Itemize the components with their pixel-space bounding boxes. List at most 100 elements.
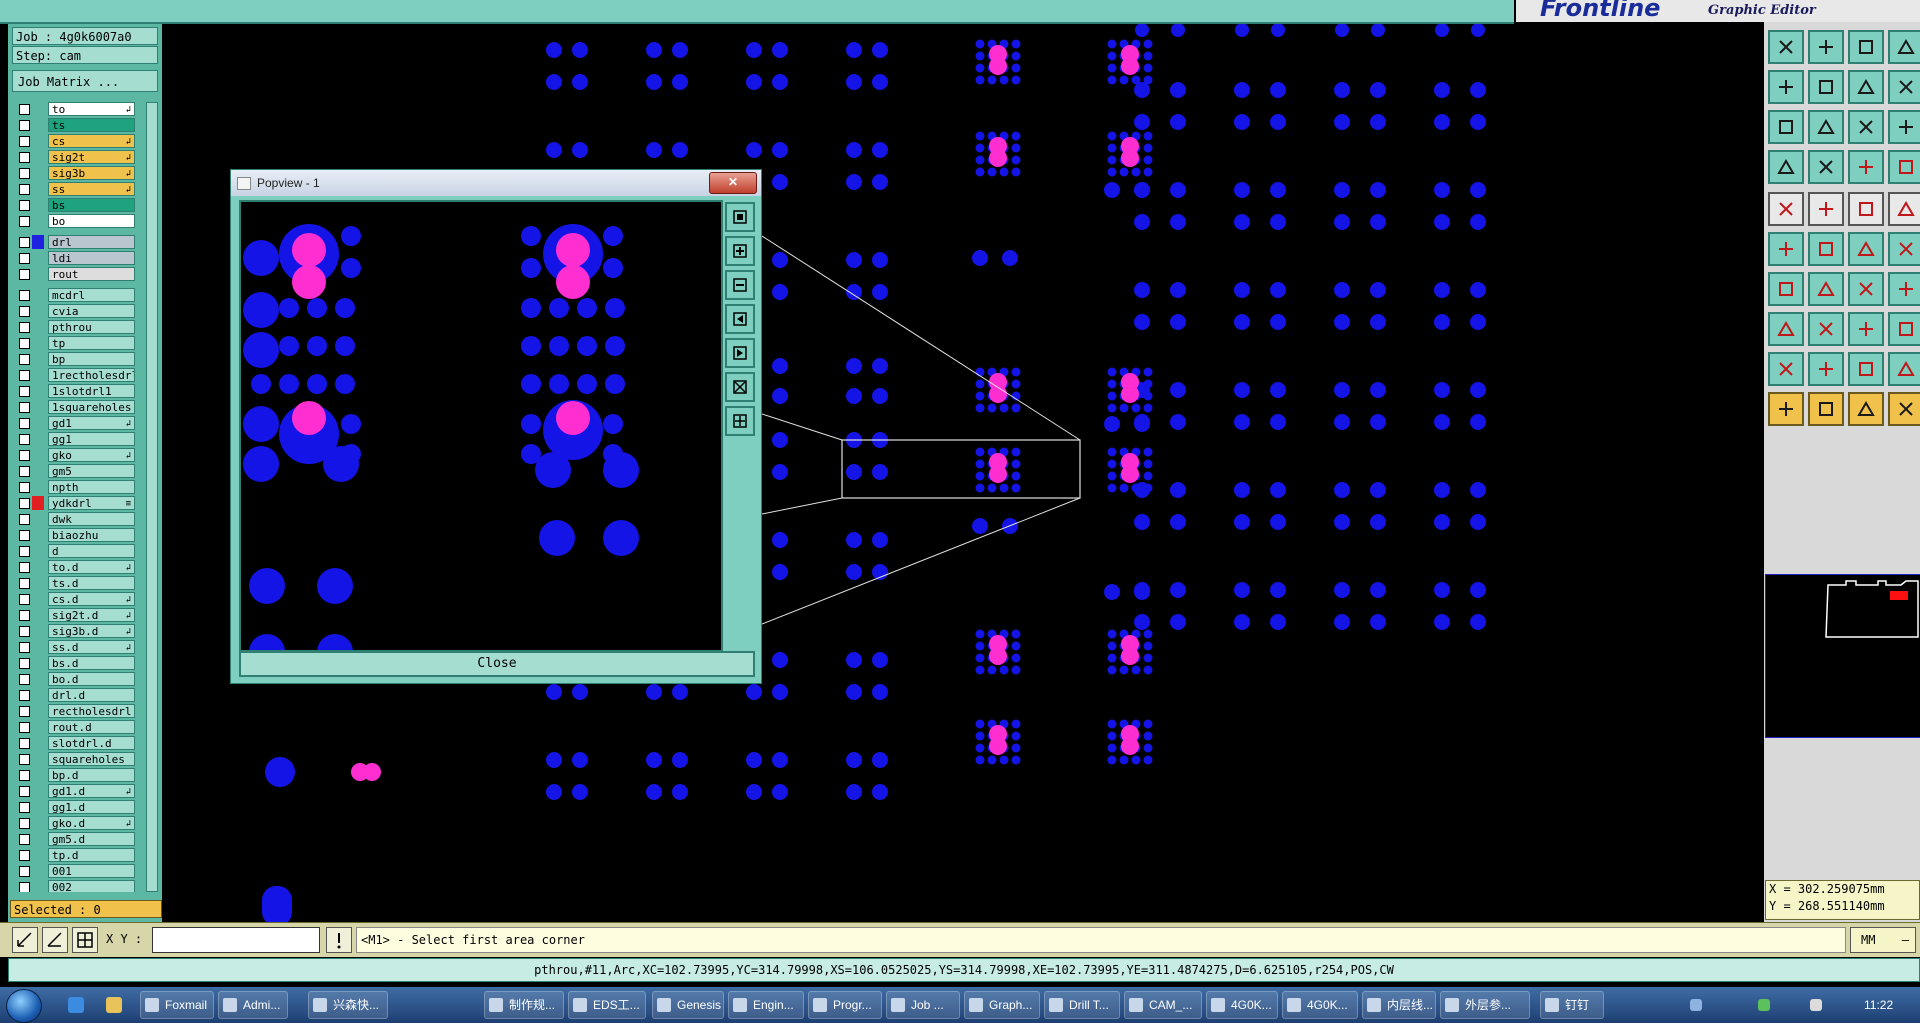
layer-checkbox[interactable] <box>19 386 30 397</box>
layer-row[interactable]: bp <box>12 352 140 367</box>
taskbar-app-button[interactable]: 兴森快... <box>308 991 388 1019</box>
layer-name[interactable]: rout <box>48 267 135 281</box>
layer-name[interactable]: sig3b ↲ <box>48 166 135 180</box>
pan-right-button[interactable] <box>725 338 755 368</box>
layer-checkbox[interactable] <box>19 200 30 211</box>
layer-name[interactable]: ldi <box>48 251 135 265</box>
layer-row[interactable]: gm5 <box>12 464 140 479</box>
layer-checkbox[interactable] <box>19 594 30 605</box>
draw-tool-button[interactable] <box>1808 272 1844 306</box>
pins-tool-button[interactable] <box>1848 150 1884 184</box>
layer-checkbox[interactable] <box>19 306 30 317</box>
measure-tool-button[interactable] <box>1848 192 1884 226</box>
layer-checkbox[interactable] <box>19 610 30 621</box>
layer-name[interactable]: gd1.d ↲ <box>48 784 135 798</box>
layer-row[interactable]: 001 <box>12 864 140 879</box>
pan-left-tool-button[interactable] <box>1768 70 1804 104</box>
taskbar-app-button[interactable]: CAM_... <box>1124 991 1202 1019</box>
center-tool-button[interactable] <box>1808 110 1844 144</box>
network-tray-icon[interactable] <box>1758 999 1770 1011</box>
layer-checkbox[interactable] <box>19 850 30 861</box>
layer-checkbox[interactable] <box>19 498 30 509</box>
layer-checkbox[interactable] <box>19 136 30 147</box>
layer-checkbox[interactable] <box>19 530 30 541</box>
layer-checkbox[interactable] <box>19 674 30 685</box>
layer-checkbox[interactable] <box>19 658 30 669</box>
taskbar-app-button[interactable]: Job ... <box>886 991 960 1019</box>
expand-view-button[interactable] <box>725 372 755 402</box>
layer-name[interactable]: gm5.d <box>48 832 135 846</box>
help-tool-button[interactable] <box>1888 110 1920 144</box>
layer-checkbox[interactable] <box>19 754 30 765</box>
step-tool-button[interactable] <box>1808 192 1844 226</box>
layer-name[interactable]: ydkdrl ≡ <box>48 496 135 510</box>
layer-row[interactable]: ss.d ↲ <box>12 640 140 655</box>
layer-checkbox[interactable] <box>19 642 30 653</box>
layer-row[interactable]: pthrou <box>12 320 140 335</box>
layer-checkbox[interactable] <box>19 418 30 429</box>
zoom-one-tool-button[interactable] <box>1848 70 1884 104</box>
layer-name[interactable]: squareholes <box>48 752 135 766</box>
layer-checkbox[interactable] <box>19 402 30 413</box>
zoom-in-button[interactable] <box>725 236 755 266</box>
layer-row[interactable]: gg1.d <box>12 800 140 815</box>
popview-close-button[interactable]: Close <box>239 651 755 677</box>
layer-row[interactable]: bo <box>12 214 140 229</box>
target-tool-button[interactable] <box>1848 312 1884 346</box>
layer-checkbox[interactable] <box>19 253 30 264</box>
fit-tool-button[interactable] <box>1768 110 1804 144</box>
layer-row[interactable]: to.d ↲ <box>12 560 140 575</box>
select-tool-button[interactable] <box>1768 392 1804 426</box>
layer-row[interactable]: mcdrl <box>12 288 140 303</box>
measure-mode-button[interactable] <box>42 927 68 953</box>
layer-checkbox[interactable] <box>19 482 30 493</box>
layer-name[interactable]: ss.d ↲ <box>48 640 135 654</box>
layer-checkbox[interactable] <box>19 466 30 477</box>
browser-icon[interactable] <box>68 997 84 1013</box>
layer-name[interactable]: bs.d <box>48 656 135 670</box>
layer-name[interactable]: sig2t.d ↲ <box>48 608 135 622</box>
layer-checkbox[interactable] <box>19 184 30 195</box>
net-tool-button[interactable] <box>1768 232 1804 266</box>
line2-tool-button[interactable] <box>1808 312 1844 346</box>
layer-name[interactable]: gm5 <box>48 464 135 478</box>
popview-close-x-button[interactable]: ✕ <box>709 172 757 194</box>
layer-row[interactable]: slotdrl.d <box>12 736 140 751</box>
grid-mode-button[interactable] <box>72 927 98 953</box>
layer-name[interactable]: tp.d <box>48 848 135 862</box>
layer-name[interactable]: d <box>48 544 135 558</box>
folder-icon[interactable] <box>106 997 122 1013</box>
layer-row[interactable]: bo.d <box>12 672 140 687</box>
taskbar-app-button[interactable]: Genesis <box>652 991 724 1019</box>
layer-name[interactable]: drl.d <box>48 688 135 702</box>
layer-checkbox[interactable] <box>19 770 30 781</box>
move-tool-button[interactable] <box>1848 232 1884 266</box>
layer-row[interactable]: cs.d ↲ <box>12 592 140 607</box>
wire-tool-button[interactable] <box>1808 150 1844 184</box>
layer-checkbox[interactable] <box>19 626 30 637</box>
tri3-tool-button[interactable] <box>1848 352 1884 386</box>
layer-name[interactable]: rectholesdrl <box>48 704 135 718</box>
select2-tool-button[interactable] <box>1808 392 1844 426</box>
info-button[interactable] <box>326 927 352 953</box>
layer-checkbox[interactable] <box>19 338 30 349</box>
arc-tool-button[interactable] <box>1848 272 1884 306</box>
layer-row[interactable]: tp.d <box>12 848 140 863</box>
layer-name[interactable]: drl <box>48 235 135 249</box>
layer-name[interactable]: rout.d <box>48 720 135 734</box>
add-tool-button[interactable] <box>1768 312 1804 346</box>
layer-row[interactable]: sig3b.d ↲ <box>12 624 140 639</box>
taskbar-app-button[interactable]: 内层线... <box>1362 991 1436 1019</box>
layer-checkbox[interactable] <box>19 104 30 115</box>
layer-row[interactable]: 1slotdrl1 <box>12 384 140 399</box>
layer-checkbox[interactable] <box>19 354 30 365</box>
layer-name[interactable]: pthrou <box>48 320 135 334</box>
layer-list-scrollbar[interactable] <box>146 102 158 892</box>
taskbar-app-button[interactable]: 制作规... <box>484 991 564 1019</box>
layer-row[interactable]: gg1 <box>12 432 140 447</box>
layer-row[interactable]: sig3b ↲ <box>12 166 140 181</box>
popview-title-bar[interactable]: Popview - 1 ✕ <box>231 170 761 196</box>
layer-checkbox[interactable] <box>19 216 30 227</box>
layer-name[interactable]: 002 <box>48 880 135 892</box>
swap-tool-button[interactable] <box>1888 70 1920 104</box>
